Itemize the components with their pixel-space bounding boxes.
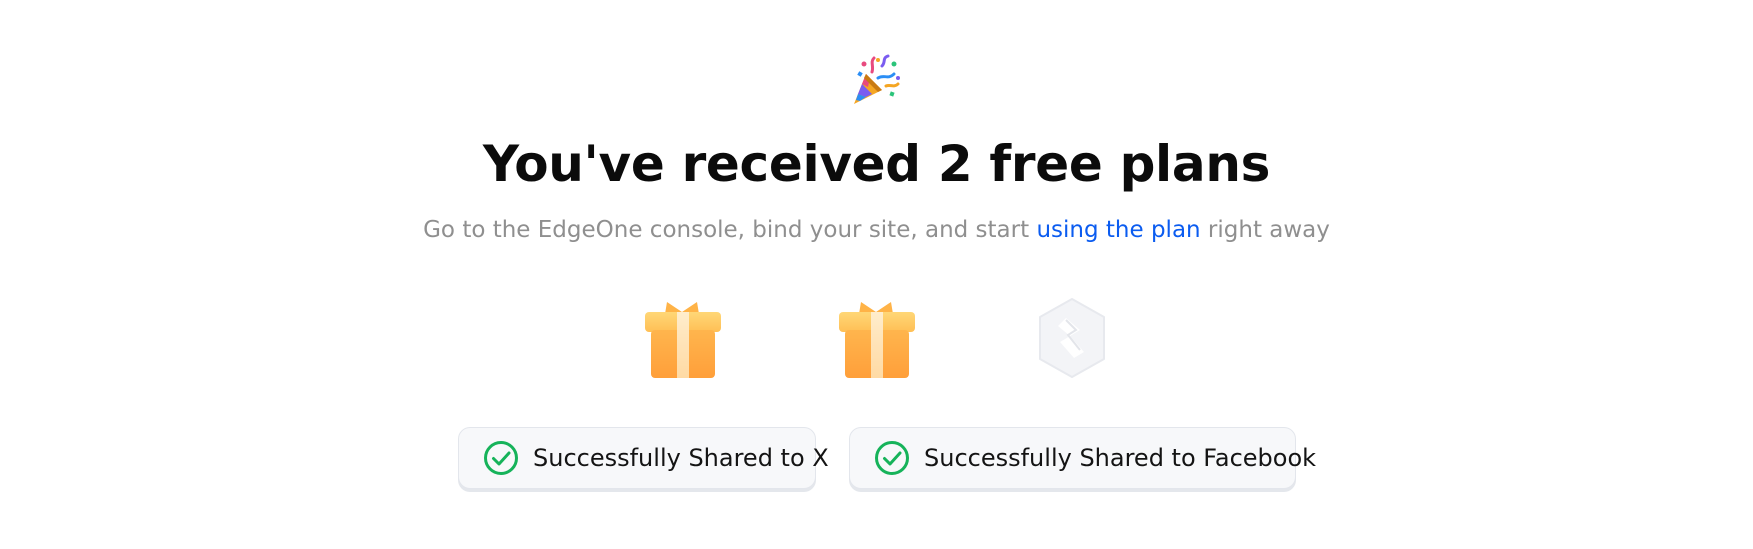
- subtitle-text: Go to the EdgeOne console, bind your sit…: [423, 217, 1037, 243]
- edgeone-hex-icon: [1039, 298, 1105, 378]
- check-circle-icon: [484, 441, 518, 475]
- share-success-panel: You've received 2 free plans Go to the E…: [0, 0, 1753, 549]
- check-circle-icon: [875, 441, 909, 475]
- using-the-plan-link[interactable]: using the plan: [1036, 217, 1200, 243]
- gift-icon: [839, 302, 915, 378]
- party-popper-icon: [854, 54, 900, 104]
- gift-icon: [645, 302, 721, 378]
- shared-to-facebook-status: Successfully Shared to Facebook: [849, 427, 1316, 489]
- shared-to-facebook-label: Successfully Shared to Facebook: [924, 444, 1317, 472]
- page-subtitle: Go to the EdgeOne console, bind your sit…: [0, 214, 1753, 246]
- subtitle-text-end: right away: [1200, 217, 1330, 243]
- shared-to-x-status: Successfully Shared to X: [458, 427, 829, 489]
- page-title: You've received 2 free plans: [482, 135, 1271, 193]
- shared-to-x-label: Successfully Shared to X: [533, 444, 829, 472]
